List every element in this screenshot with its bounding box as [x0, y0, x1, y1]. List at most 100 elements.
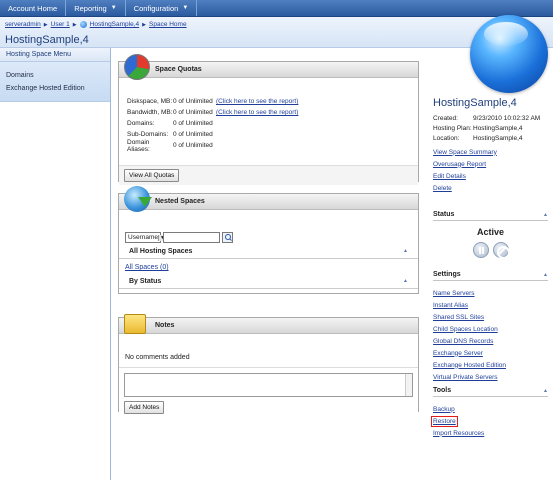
quota-row: Bandwidth, MB: 0 of Unlimited (Click her… [119, 107, 418, 118]
breadcrumb-space-home[interactable]: Space Home [149, 21, 187, 28]
virtual-private-servers-link[interactable]: Virtual Private Servers [433, 374, 498, 381]
top-navigation: Account Home Reporting ▼ Configuration ▼ [0, 0, 553, 17]
hosting-plan-value: HostingSample,4 [473, 124, 523, 132]
notes-footer: Add Notes [119, 401, 418, 417]
status-heading[interactable]: Status ▲ [433, 211, 548, 221]
shared-ssl-sites-link[interactable]: Shared SSL Sites [433, 314, 484, 321]
menu-item-domains[interactable]: Domains [0, 69, 110, 82]
nav-reporting-label: Reporting [74, 3, 107, 13]
pie-chart-icon [124, 54, 150, 80]
settings-heading-label: Settings [433, 271, 461, 278]
quota-value: 0 of Unlimited [173, 120, 213, 127]
space-quotas-panel: Space Quotas Diskspace, MB: 0 of Unlimit… [118, 54, 419, 185]
settings-section: Settings ▲ Name Servers Instant Alias Sh… [433, 271, 548, 383]
name-servers-link[interactable]: Name Servers [433, 290, 475, 297]
status-heading-label: Status [433, 211, 455, 218]
status-section: Status ▲ Active [433, 211, 548, 259]
all-hosting-spaces-heading[interactable]: All Hosting Spaces ▲ [119, 245, 418, 259]
collapse-icon[interactable]: ▲ [403, 278, 408, 285]
breadcrumb-arrow-icon: ▶ [43, 21, 48, 28]
instant-alias-link[interactable]: Instant Alias [433, 302, 468, 309]
all-hosting-spaces-label: All Hosting Spaces [129, 248, 193, 255]
collapse-icon[interactable]: ▲ [543, 388, 548, 394]
notes-title: Notes [155, 322, 175, 329]
by-status-heading[interactable]: By Status ▲ [119, 275, 418, 289]
tools-links: Backup Restore Import Resources [431, 403, 548, 439]
quota-value: 0 of Unlimited [173, 131, 213, 138]
exchange-server-link[interactable]: Exchange Server [433, 350, 483, 357]
search-field-select-value: Username [128, 234, 158, 241]
collapse-icon[interactable]: ▲ [543, 272, 548, 278]
header-band: serveradmin ▶ User 1 ▶ HostingSample,4 ▶… [0, 17, 553, 48]
search-icon[interactable] [222, 232, 233, 243]
overusage-report-link[interactable]: Overusage Report [433, 161, 486, 168]
space-detail-list: Created: 9/23/2010 10:02:32 AM Hosting P… [433, 113, 548, 143]
all-spaces-link[interactable]: All Spaces (0) [125, 264, 169, 271]
space-quotas-header: Space Quotas [119, 54, 418, 80]
space-title: HostingSample,4 [433, 97, 517, 109]
location-value: HostingSample,4 [473, 134, 523, 142]
quota-label: Diskspace, MB: [127, 98, 173, 105]
nav-configuration-label: Configuration [133, 3, 179, 13]
space-actions: View Space Summary Overusage Report Edit… [433, 146, 548, 194]
exchange-hosted-edition-link[interactable]: Exchange Hosted Edition [433, 362, 506, 369]
created-value: 9/23/2010 10:02:32 AM [473, 114, 541, 122]
notes-empty-text: No comments added [125, 354, 190, 361]
quota-row: Domains: 0 of Unlimited [119, 118, 418, 129]
search-field-select[interactable]: Username ▼ [125, 232, 166, 243]
status-controls [433, 242, 548, 259]
import-resources-link[interactable]: Import Resources [433, 430, 484, 437]
nested-spaces-icon [124, 186, 152, 212]
add-notes-button[interactable]: Add Notes [124, 401, 165, 414]
breadcrumb-arrow-icon: ▶ [72, 21, 77, 28]
delete-link[interactable]: Delete [433, 185, 452, 192]
breadcrumb: serveradmin ▶ User 1 ▶ HostingSample,4 ▶… [5, 21, 187, 28]
nested-spaces-header: Nested Spaces [119, 186, 418, 212]
down-arrow-icon [138, 197, 152, 207]
search-input[interactable] [163, 232, 220, 243]
quota-row: Domain Aliases: 0 of Unlimited [119, 139, 418, 153]
quota-row: Diskspace, MB: 0 of Unlimited (Click her… [119, 96, 418, 107]
nested-spaces-panel: Nested Spaces Username ▼ All Hosting Spa… [118, 186, 419, 294]
nested-search-row: Username ▼ [119, 210, 418, 245]
breadcrumb-user[interactable]: User 1 [51, 21, 70, 28]
nav-configuration[interactable]: Configuration ▼ [126, 0, 198, 16]
restore-link[interactable]: Restore [431, 415, 458, 427]
quota-value: 0 of Unlimited [173, 98, 213, 105]
disable-icon[interactable] [492, 242, 510, 259]
notes-panel: Notes No comments added Add Notes [118, 314, 419, 417]
by-status-label: By Status [129, 278, 162, 285]
nav-account-home[interactable]: Account Home [0, 0, 67, 16]
breadcrumb-serveradmin[interactable]: serveradmin [5, 21, 41, 28]
child-spaces-location-link[interactable]: Child Spaces Location [433, 326, 498, 333]
backup-link[interactable]: Backup [433, 406, 455, 413]
quota-value: 0 of Unlimited [173, 142, 213, 149]
edit-details-link[interactable]: Edit Details [433, 173, 466, 180]
breadcrumb-hosting-space[interactable]: HostingSample,4 [90, 21, 140, 28]
status-value: Active [476, 227, 504, 237]
left-menu-title: Hosting Space Menu [0, 48, 110, 62]
pause-icon[interactable] [472, 242, 489, 258]
global-dns-records-link[interactable]: Global DNS Records [433, 338, 493, 345]
notes-scrollbar[interactable] [405, 374, 412, 396]
hosting-plan-label: Hosting Plan: [433, 124, 472, 132]
view-all-quotas-button[interactable]: View All Quotas [124, 169, 180, 182]
notes-header: Notes [119, 314, 418, 334]
chevron-down-icon: ▼ [110, 5, 117, 11]
collapse-icon[interactable]: ▲ [403, 248, 408, 255]
quota-value: 0 of Unlimited [173, 109, 213, 116]
quota-report-link[interactable]: (Click here to see the report) [216, 109, 298, 116]
location-row: Location: HostingSample,4 [433, 133, 548, 143]
collapse-icon[interactable]: ▲ [543, 212, 548, 218]
notes-textarea[interactable] [124, 373, 413, 397]
view-space-summary-link[interactable]: View Space Summary [433, 149, 497, 156]
nav-reporting[interactable]: Reporting ▼ [66, 0, 126, 16]
settings-heading[interactable]: Settings ▲ [433, 271, 548, 281]
quota-report-link[interactable]: (Click here to see the report) [216, 98, 298, 105]
location-label: Location: [433, 134, 460, 142]
globe-icon [79, 21, 87, 28]
tools-heading[interactable]: Tools ▲ [433, 387, 548, 397]
menu-item-exchange-hosted-edition[interactable]: Exchange Hosted Edition [0, 82, 110, 95]
breadcrumb-arrow-icon: ▶ [142, 21, 146, 28]
all-spaces-row: All Spaces (0) [119, 259, 418, 275]
